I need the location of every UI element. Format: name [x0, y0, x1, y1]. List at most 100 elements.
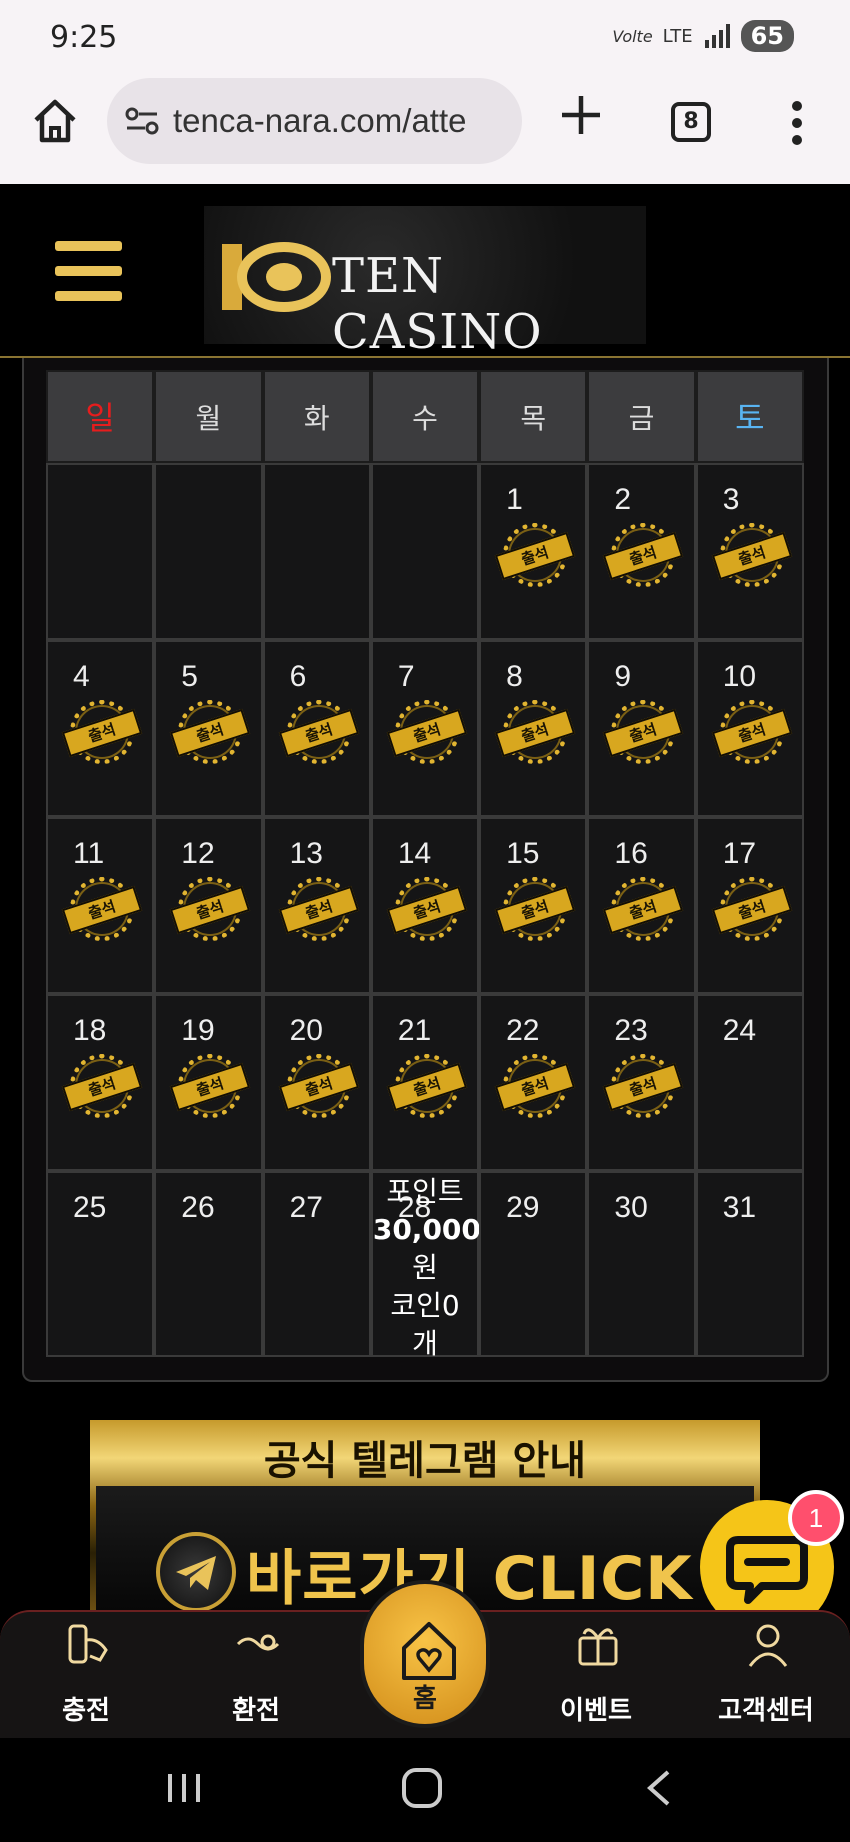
recent-apps-icon[interactable]: [162, 1768, 206, 1808]
attendance-stamp-icon: 출석: [278, 1054, 359, 1120]
attendance-stamp-icon: 출석: [278, 877, 359, 943]
telegram-icon: [156, 1532, 236, 1610]
calendar-day-cell: 29: [479, 1171, 588, 1357]
day-number: 4: [73, 660, 90, 693]
android-navigation-bar: [0, 1738, 850, 1842]
calendar-day-cell: [262, 463, 371, 640]
calendar-day-cell: 8 출석: [479, 640, 588, 817]
reward-info: 포인트 30,000 원 코인0 개: [373, 1173, 481, 1363]
calendar-day-cell: 2 출석: [587, 463, 696, 640]
nav-event-label: 이벤트: [560, 1696, 632, 1726]
chat-notification-badge: 1: [788, 1490, 844, 1546]
nav-deposit-label: 충전: [62, 1696, 110, 1726]
address-bar[interactable]: tenca-nara.com/atte: [107, 78, 522, 164]
browser-toolbar: tenca-nara.com/atte 8: [0, 74, 850, 184]
day-number: 21: [397, 1014, 432, 1047]
calendar-day-cell: 6 출석: [262, 640, 371, 817]
attendance-stamp-icon: 출석: [386, 1054, 468, 1120]
attendance-calendar: 일월화수목금토 1 출석 2 출석 3 출석 4 출석 5 출석 6 출석 7 출석 8 출석 9 출석 10 출석 1…: [46, 370, 804, 1360]
calendar-day-cell: 3 출석: [695, 463, 804, 640]
calendar-day-cell: 1 출석: [479, 463, 588, 640]
day-number: 9: [614, 660, 632, 693]
support-icon: [748, 1624, 788, 1667]
calendar-day-cell: 27: [262, 1171, 371, 1357]
url-text[interactable]: tenca-nara.com/atte: [173, 102, 503, 140]
signal-icon: [704, 24, 730, 48]
weekday-2: 화: [262, 370, 371, 463]
day-number: 20: [289, 1014, 323, 1047]
calendar-day-cell: [370, 463, 480, 640]
day-number: 31: [722, 1191, 757, 1224]
attendance-stamp-icon: 출석: [494, 700, 576, 766]
day-number: 17: [722, 837, 757, 870]
calendar-day-cell: 31: [695, 1171, 804, 1357]
day-number: 15: [506, 837, 540, 870]
site-settings-icon[interactable]: [125, 106, 159, 136]
day-number: 16: [614, 837, 648, 870]
calendar-week-row: 18 출석 19 출석 20 출석 21 출석 22 출석 23 출석 24: [46, 994, 804, 1171]
nav-exchange[interactable]: 환전: [196, 1612, 316, 1740]
logo-text: TEN CASINO: [332, 248, 543, 360]
calendar-day-cell: 15 출석: [479, 817, 588, 994]
weekday-3: 수: [370, 370, 480, 463]
calendar-day-cell: 12 출석: [154, 817, 263, 994]
attendance-stamp-icon: 출석: [494, 523, 576, 589]
calendar-day-cell: 28 포인트 30,000 원 코인0 개: [370, 1171, 481, 1360]
calendar-day-cell: 20 출석: [262, 994, 371, 1171]
attendance-stamp-icon: 출석: [711, 523, 792, 589]
banner-title: 공식 텔레그램 안내: [263, 1438, 587, 1484]
weekday-5: 금: [587, 370, 696, 463]
attendance-stamp-icon: 출석: [603, 700, 684, 766]
calendar-day-cell: 22 출석: [479, 994, 588, 1171]
nav-home-button[interactable]: 홈: [360, 1580, 490, 1728]
nav-event[interactable]: 이벤트: [536, 1612, 656, 1740]
day-number: 29: [506, 1191, 540, 1224]
calendar-day-cell: 17 출석: [695, 817, 804, 994]
volte-label: Volte: [612, 26, 653, 46]
attendance-stamp-icon: 출석: [603, 523, 684, 589]
attendance-stamp-icon: 출석: [494, 1054, 576, 1120]
attendance-stamp-icon: 출석: [711, 700, 792, 766]
network-label: LTE: [662, 25, 693, 47]
exchange-icon: [236, 1634, 280, 1651]
more-menu-icon[interactable]: [782, 98, 812, 148]
calendar-day-cell: 10 출석: [695, 640, 804, 817]
weekday-0: 일: [46, 370, 155, 463]
attendance-stamp-icon: 출석: [278, 700, 359, 766]
nav-support[interactable]: 고객센터: [706, 1612, 826, 1740]
nav-deposit[interactable]: 충전: [26, 1612, 146, 1740]
back-icon[interactable]: [640, 1766, 680, 1810]
calendar-day-cell: 14 출석: [370, 817, 480, 994]
calendar-day-cell: 26: [154, 1171, 263, 1357]
gift-icon: [578, 1628, 618, 1666]
attendance-stamp-icon: 출석: [386, 877, 468, 943]
calendar-day-cell: 19 출석: [154, 994, 263, 1171]
hamburger-menu-icon[interactable]: [55, 241, 122, 301]
attendance-stamp-icon: 출석: [603, 1054, 684, 1120]
attendance-stamp-icon: 출석: [61, 877, 143, 943]
android-home-icon[interactable]: [400, 1766, 444, 1810]
attendance-stamp-icon: 출석: [494, 877, 576, 943]
calendar-week-row: 4 출석 5 출석 6 출석 7 출석 8 출석 9 출석 10 출석: [46, 640, 804, 817]
day-number: 27: [289, 1191, 323, 1224]
reward-line: 포인트: [386, 1175, 464, 1208]
calendar-day-cell: 9 출석: [587, 640, 696, 817]
attendance-stamp-icon: 출석: [61, 700, 143, 766]
reward-line: 개: [412, 1327, 438, 1360]
day-number: 23: [614, 1014, 648, 1047]
home-icon[interactable]: [30, 96, 80, 146]
tab-switcher-button[interactable]: 8: [671, 102, 711, 142]
day-number: 3: [722, 483, 740, 516]
new-tab-icon[interactable]: [558, 92, 604, 138]
status-bar: 9:25 Volte LTE 65: [0, 0, 850, 74]
status-indicators: Volte LTE 65: [612, 20, 794, 52]
calendar-day-cell: 4 출석: [46, 640, 155, 817]
nav-support-label: 고객센터: [718, 1696, 814, 1726]
attendance-stamp-icon: 출석: [170, 877, 251, 943]
day-number: 18: [73, 1014, 107, 1047]
calendar-day-cell: 30: [587, 1171, 696, 1357]
site-logo[interactable]: TEN CASINO: [204, 206, 646, 360]
deposit-icon: [68, 1624, 108, 1664]
reward-line: 코인0: [390, 1289, 460, 1322]
day-number: 14: [397, 837, 432, 870]
